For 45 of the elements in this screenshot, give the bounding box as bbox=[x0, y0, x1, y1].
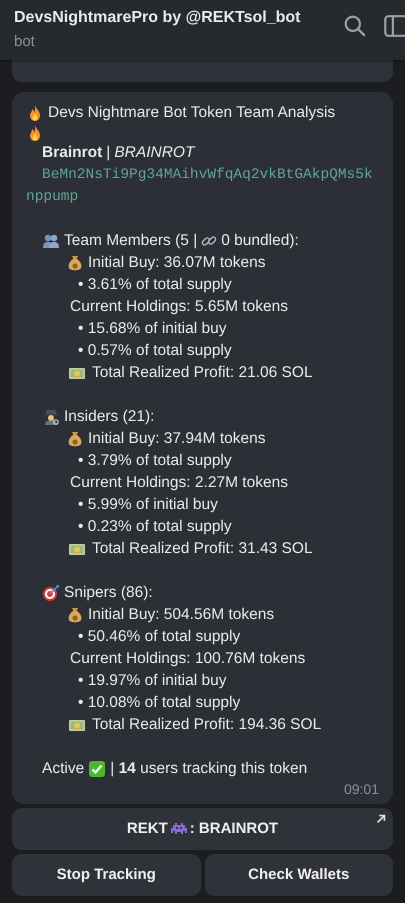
bullet-item: • 19.97% of initial buy bbox=[78, 671, 226, 691]
stat-text: Initial Buy: 37.94M tokens bbox=[88, 429, 266, 449]
external-arrow-icon bbox=[375, 813, 387, 825]
people-icon bbox=[42, 232, 60, 250]
stat-text: Current Holdings: 100.76M tokens bbox=[70, 649, 306, 669]
bullet-item: • 10.08% of total supply bbox=[78, 693, 240, 713]
stat-text: Initial Buy: 504.56M tokens bbox=[88, 605, 274, 625]
section-heading: Team Members (5 | bbox=[64, 231, 198, 251]
keyboard-button[interactable]: Stop Tracking bbox=[12, 854, 200, 896]
stat-text: Total Realized Profit: 31.43 SOL bbox=[92, 539, 313, 559]
stat-text: Current Holdings: 2.27M tokens bbox=[70, 473, 288, 493]
money-bag-icon bbox=[66, 254, 84, 272]
message-time: 09:01 bbox=[342, 780, 379, 798]
bullet-item: • 0.23% of total supply bbox=[78, 517, 232, 537]
section-heading: Snipers (86): bbox=[64, 583, 153, 603]
money-bag-icon bbox=[66, 606, 84, 624]
bullet-item: • 3.79% of total supply bbox=[78, 451, 232, 471]
token-name: Brainrot bbox=[42, 143, 102, 163]
token-symbol: BRAINROT bbox=[114, 143, 194, 163]
section-heading: Insiders (21): bbox=[64, 407, 154, 427]
keyboard-button[interactable]: REKT : BRAINROT bbox=[12, 808, 393, 850]
keyboard-button[interactable]: Check Wallets bbox=[204, 854, 393, 896]
chat-subtitle: bot bbox=[14, 32, 35, 52]
bullet-item: • 0.57% of total supply bbox=[78, 341, 232, 361]
message-title: Devs Nightmare Bot Token Team Analysis bbox=[48, 103, 336, 123]
section-heading: 0 bundled): bbox=[221, 231, 299, 251]
stat-text: Initial Buy: 36.07M tokens bbox=[88, 253, 266, 273]
bullet-item: • 5.99% of initial buy bbox=[78, 495, 218, 515]
search-icon[interactable] bbox=[343, 14, 367, 38]
sidebar-icon[interactable] bbox=[383, 14, 405, 38]
chat-title: DevsNightmarePro by @REKTsol_bot bbox=[14, 8, 300, 28]
stat-text: Total Realized Profit: 21.06 SOL bbox=[92, 363, 313, 383]
checkmark-icon bbox=[88, 760, 106, 778]
stat-text: Current Holdings: 5.65M tokens bbox=[70, 297, 288, 317]
target-icon bbox=[42, 584, 60, 602]
contract-address[interactable]: BeMn2NsTi9Pg34MAihvWfqAq2vkBtGAkpQMs5knppump bbox=[26, 164, 379, 208]
bullet-item: • 3.61% of total supply bbox=[78, 275, 232, 295]
money-bag-icon bbox=[66, 430, 84, 448]
detective-icon bbox=[42, 408, 60, 426]
bullet-item: • 50.46% of total supply bbox=[78, 627, 240, 647]
status-text: Active bbox=[42, 759, 84, 779]
stat-text: Total Realized Profit: 194.36 SOL bbox=[92, 715, 322, 735]
tracking-text: | 14 users tracking this token bbox=[110, 759, 308, 779]
bullet-item: • 15.68% of initial buy bbox=[78, 319, 226, 339]
separator: | bbox=[106, 143, 110, 163]
